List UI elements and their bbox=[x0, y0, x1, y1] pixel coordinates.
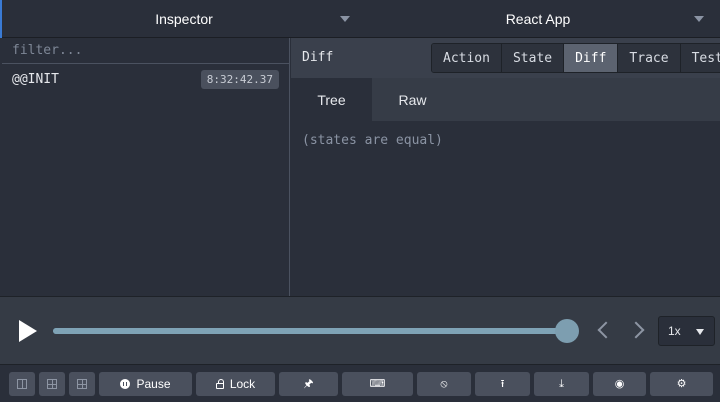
subtab-tree[interactable]: Tree bbox=[291, 78, 372, 121]
filter-input[interactable] bbox=[2, 38, 290, 64]
instance-select[interactable]: React App bbox=[368, 0, 708, 38]
layout-grid-icon bbox=[77, 379, 87, 389]
layout-left-icon bbox=[17, 379, 27, 389]
speed-select[interactable]: 1x bbox=[658, 316, 715, 346]
slider-fill bbox=[53, 328, 567, 334]
pause-label: Pause bbox=[136, 377, 171, 391]
pin-icon: 🖈︎ bbox=[303, 377, 314, 390]
monitor-title: Diff bbox=[302, 50, 334, 65]
slider-track[interactable] bbox=[53, 328, 567, 334]
export-button[interactable]: ⭱ bbox=[475, 372, 530, 396]
chevron-down-icon[interactable] bbox=[340, 16, 350, 22]
tab-action[interactable]: Action bbox=[432, 44, 502, 72]
lock-label: Lock bbox=[229, 377, 256, 391]
lock-icon bbox=[215, 378, 224, 389]
download-icon: ⤓ bbox=[559, 377, 564, 390]
broadcast-icon: ◉ bbox=[614, 377, 625, 390]
speed-value: 1x bbox=[668, 324, 681, 338]
tab-trace[interactable]: Trace bbox=[618, 44, 681, 72]
slider-area: 1x bbox=[0, 296, 720, 364]
keyboard-icon: ⌨ bbox=[369, 377, 386, 390]
top-bar: Inspector React App bbox=[0, 0, 720, 38]
play-icon[interactable] bbox=[19, 320, 37, 342]
instance-select-label: React App bbox=[505, 11, 571, 27]
action-timestamp: 8:32:42.37 bbox=[200, 70, 279, 89]
dispatcher-button[interactable]: ⌨ bbox=[342, 372, 413, 396]
monitor-pane: Diff Action State Diff Trace Test Tree R… bbox=[291, 38, 720, 296]
import-button[interactable]: ⤓ bbox=[534, 372, 589, 396]
remote-button[interactable]: ◉ bbox=[593, 372, 646, 396]
pause-button[interactable]: Pause bbox=[99, 372, 192, 396]
bottom-toolbar: Pause Lock 🖈︎ ⌨ ⦸ ⭱ ⤓ ◉ ⚙ bbox=[0, 364, 720, 402]
chevron-down-icon[interactable] bbox=[694, 16, 704, 22]
upload-icon: ⭱ bbox=[500, 377, 505, 390]
monitor-header: Diff Action State Diff Trace Test bbox=[291, 38, 720, 78]
chevron-left-icon[interactable] bbox=[597, 321, 615, 339]
persist-button[interactable]: ⦸ bbox=[417, 372, 471, 396]
tab-state[interactable]: State bbox=[501, 44, 565, 72]
action-list-pane: @@INIT 8:32:42.37 bbox=[0, 38, 290, 296]
gear-icon: ⚙ bbox=[676, 377, 687, 390]
layout-right-button[interactable] bbox=[69, 372, 95, 396]
diff-subtabs: Tree Raw bbox=[291, 78, 720, 121]
action-list-item[interactable]: @@INIT 8:32:42.37 bbox=[2, 65, 288, 93]
chevron-right-icon[interactable] bbox=[627, 321, 645, 339]
pause-icon bbox=[120, 379, 131, 389]
inspector-select[interactable]: Inspector bbox=[0, 0, 368, 38]
subtab-raw[interactable]: Raw bbox=[372, 78, 453, 121]
tab-test[interactable]: Test bbox=[680, 44, 720, 72]
pin-button[interactable]: 🖈︎ bbox=[279, 372, 338, 396]
action-name: @@INIT bbox=[12, 72, 59, 87]
settings-button[interactable]: ⚙ bbox=[650, 372, 713, 396]
lock-button[interactable]: Lock bbox=[196, 372, 275, 396]
timer-off-icon: ⦸ bbox=[440, 377, 448, 390]
caret-down-icon bbox=[696, 329, 704, 335]
slider-handle[interactable] bbox=[555, 319, 579, 343]
layout-bottom-button[interactable] bbox=[39, 372, 65, 396]
layout-grid-icon bbox=[47, 379, 57, 389]
diff-message: (states are equal) bbox=[302, 133, 443, 148]
layout-left-button[interactable] bbox=[9, 372, 35, 396]
inspector-select-label: Inspector bbox=[155, 11, 213, 27]
tab-diff[interactable]: Diff bbox=[564, 44, 619, 72]
monitor-tab-group: Action State Diff Trace Test bbox=[431, 43, 720, 73]
